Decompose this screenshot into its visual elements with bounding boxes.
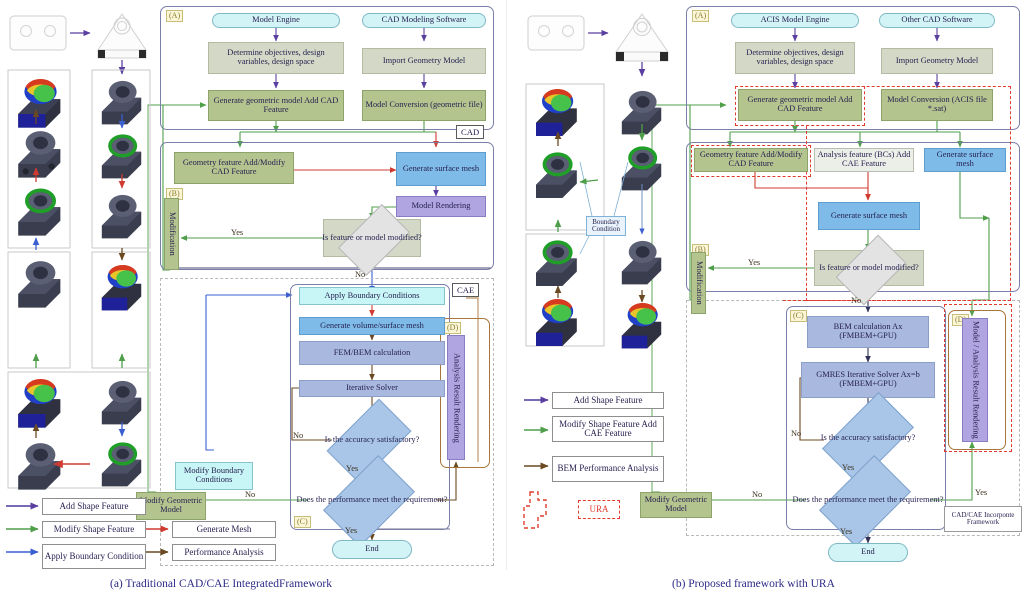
panel-b-node-analysis-feature[interactable]: Analysis feature (BCs) Add CAE Feature — [814, 148, 914, 172]
panel-b-node-bem-calculation[interactable]: BEM calculation Ax (FMBEM+GPU) — [807, 316, 929, 348]
panel-b-node-other-cad[interactable]: Other CAD Software — [879, 13, 995, 28]
panel-b-label-no-modified: No — [851, 296, 862, 305]
panel-b-node-acis-engine[interactable]: ACIS Model Engine — [731, 13, 859, 28]
panel-b-legend-add-shape: Add Shape Feature — [552, 392, 664, 409]
panel-a-label-yes-modified: Yes — [231, 228, 244, 237]
panel-a-node-determine-objectives[interactable]: Determine objectives, design variables, … — [208, 42, 344, 74]
panel-a-node-model-rendering[interactable]: Model Rendering — [396, 196, 486, 217]
panel-a-cae-label: CAE — [452, 283, 480, 297]
panel-a-node-apply-bc[interactable]: Apply Boundary Conditions — [299, 287, 445, 305]
panel-a-node-cad-software[interactable]: CAD Modeling Software — [362, 13, 486, 28]
panel-a-node-geometry-feature[interactable]: Geometry feature Add/Modify CAD Feature — [174, 152, 294, 184]
panel-a-label-no-modified: No — [355, 270, 366, 279]
panel-b-framework-label: CAD/CAE Incorponte Framework — [944, 506, 1022, 532]
panel-b-ura-outline-c — [783, 300, 1011, 301]
panel-b-label-yes-performance: Yes — [840, 527, 853, 536]
panel-b-decision-feature-modified[interactable]: Is feature or model modified? — [814, 234, 924, 306]
panel-b-legend-bem-performance: BEM Performance Analysis — [552, 456, 664, 482]
panel-a-node-import-geometry[interactable]: Import Geometry Model — [362, 48, 486, 74]
panel-b-decision-accuracy[interactable]: Is the accuracy satisfactory? — [810, 392, 926, 484]
panel-a-node-fem-bem[interactable]: FEM/BEM calculation — [299, 341, 445, 365]
panel-b-node-import-geometry[interactable]: Import Geometry Model — [881, 48, 993, 74]
panel-a-node-generate-volume-mesh[interactable]: Generate volume/surface mesh — [299, 317, 445, 335]
panel-b-node-model-analysis-rendering[interactable]: Model / Analysis Result Rendering — [962, 318, 988, 442]
panel-a-legend-generate-mesh: Generate Mesh — [172, 521, 276, 538]
panel-b-node-generate-surface-mesh-mid[interactable]: Generate surface mesh — [818, 202, 920, 230]
panel-a-node-modify-bc[interactable]: Modify Boundary Conditions — [175, 462, 253, 490]
panel-a-tag-a: (A) — [166, 10, 184, 22]
panel-b-decision-performance[interactable]: Does the performance meet the requiremen… — [793, 455, 943, 547]
panel-a-label-yes-accuracy: Yes — [346, 464, 359, 473]
panel-a-model-gallery — [2, 2, 152, 490]
panel-b-node-generate-surface-mesh-top[interactable]: Generate surface mesh — [924, 148, 1006, 172]
panel-a-legend-add-shape: Add Shape Feature — [42, 498, 146, 515]
panel-b-tag-c: (C) — [790, 310, 807, 322]
panel-a-node-analysis-result-rendering[interactable]: Analysis Result Rendering — [447, 335, 465, 460]
panel-a-node-modification[interactable]: Modification — [164, 198, 179, 270]
panel-b-node-end[interactable]: End — [828, 543, 908, 562]
panel-b-label-no-accuracy: No — [791, 429, 802, 438]
panel-b-decision-accuracy-label: Is the accuracy satisfactory? — [820, 432, 916, 442]
panel-b-node-determine-objectives[interactable]: Determine objectives, design variables, … — [735, 42, 855, 74]
panel-b-decision-feature-modified-label: Is feature or model modified? — [819, 262, 919, 272]
panel-a-decision-performance[interactable]: Does the performance meet the requiremen… — [297, 455, 447, 547]
panel-a-cad-label: CAD — [456, 125, 485, 139]
panel-a-node-model-conversion[interactable]: Model Conversion (geometric file) — [362, 90, 486, 121]
panel-a-legend-apply-bc: Apply Boundary Condition — [42, 544, 146, 569]
panel-b-node-modification[interactable]: Modification — [691, 252, 706, 314]
panel-b-tag-a: (A) — [692, 10, 710, 22]
panel-b-model-gallery — [518, 2, 686, 392]
panel-a-node-iterative-solver[interactable]: Iterative Solver — [299, 380, 445, 397]
panel-b-label-yes-accuracy: Yes — [842, 463, 855, 472]
panel-a-decision-accuracy[interactable]: Is the accuracy satisfactory? — [312, 398, 432, 484]
panel-b-legend-ura: URA — [578, 500, 620, 519]
panel-a-tag-d: (D) — [444, 322, 462, 334]
caption-a: (a) Traditional CAD/CAE IntegratedFramew… — [110, 578, 332, 590]
panel-a-decision-accuracy-label: Is the accuracy satisfactory? — [324, 434, 420, 444]
panel-a-legend-performance-analysis: Performance Analysis — [172, 544, 276, 561]
figure-root: (A) (B) CAD CAE (C) (D) Model Engine CAD… — [0, 0, 1024, 598]
panel-a-node-model-engine[interactable]: Model Engine — [212, 13, 340, 28]
panel-a-label-no-accuracy: No — [293, 431, 304, 440]
panel-a-decision-feature-modified-label: Is feature or model modified? — [322, 232, 422, 242]
panel-a-decision-feature-modified[interactable]: Is feature or model modified? — [322, 203, 422, 277]
panel-b-decision-performance-label: Does the performance meet the requiremen… — [792, 494, 944, 504]
panel-a-legend-modify-shape: Modify Shape Feature — [42, 521, 146, 538]
panel-a-node-generate-surface-mesh[interactable]: Generate surface mesh — [396, 152, 486, 186]
panel-b-node-generate-geometric-model[interactable]: Generate geometric model Add CAD Feature — [738, 89, 862, 121]
caption-b: (b) Proposed framework with URA — [672, 578, 835, 590]
panel-b-node-boundary-condition: Boundary Condition — [586, 216, 626, 236]
panel-separator — [506, 0, 507, 570]
panel-a-node-generate-geometric-model[interactable]: Generate geometric model Add CAD Feature — [208, 90, 344, 121]
panel-a-decision-performance-label: Does the performance meet the requiremen… — [296, 494, 448, 504]
panel-b-label-no-performance: No — [752, 490, 763, 499]
panel-b-label-yes-modified: Yes — [748, 258, 761, 267]
panel-b-node-geometry-feature[interactable]: Geometry feature Add/Modify CAD Feature — [694, 148, 808, 172]
panel-a-node-end[interactable]: End — [332, 540, 412, 559]
panel-b-node-model-conversion[interactable]: Model Conversion (ACIS file *.sat) — [881, 89, 993, 121]
panel-b-legend-modify-shape: Modify Shape Feature Add CAE Feature — [552, 416, 664, 442]
panel-a-label-yes-performance: Yes — [345, 526, 358, 535]
panel-b-node-gmres-solver[interactable]: GMRES Iterative Solver Ax=b (FMBEM+GPU) — [801, 362, 935, 398]
panel-b-label-yes-render: Yes — [975, 488, 988, 497]
